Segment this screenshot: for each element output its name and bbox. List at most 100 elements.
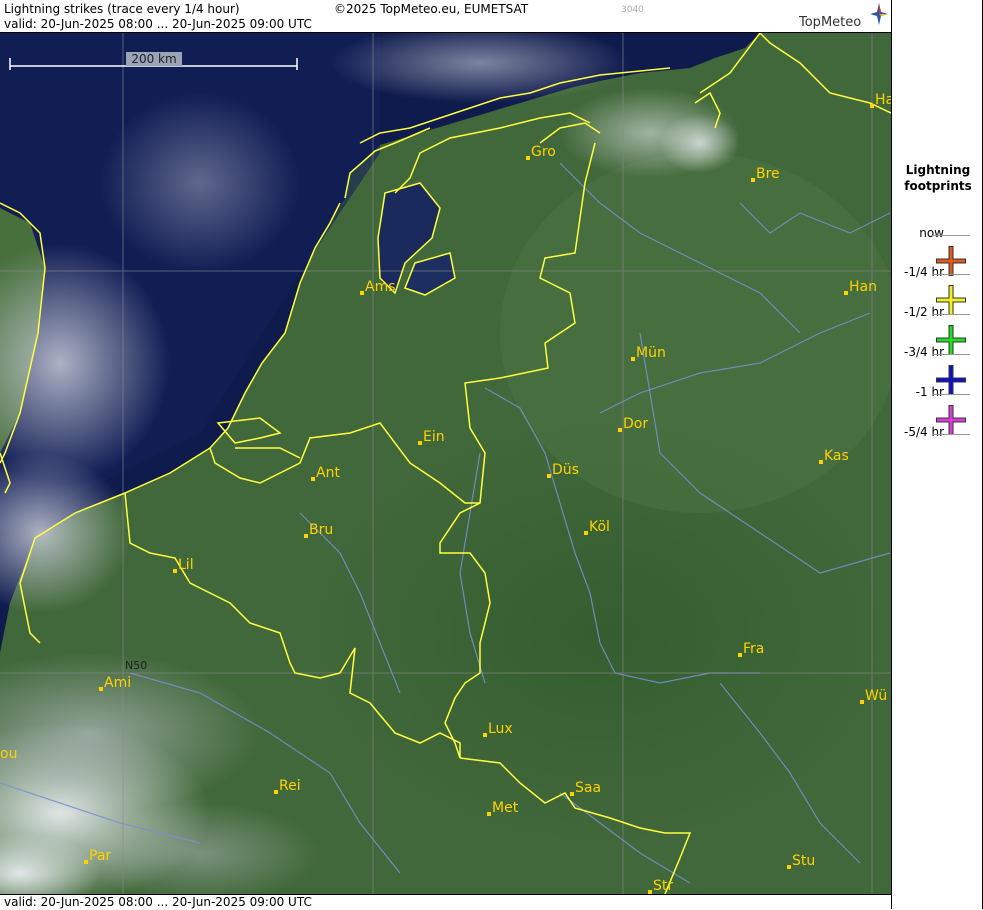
- city-label: Dor: [623, 416, 648, 432]
- city-dot: [173, 569, 177, 573]
- city-label: Stu: [792, 853, 815, 869]
- city-dot: [304, 534, 308, 538]
- legend-title: Lightning footprints: [892, 162, 983, 194]
- city-label: Düs: [552, 462, 579, 478]
- city-dor: Dor: [618, 416, 648, 432]
- city-dot: [618, 428, 622, 432]
- map-code: 3040: [621, 5, 644, 15]
- city-label: Bru: [309, 522, 333, 538]
- footer-valid-time: valid: 20-Jun-2025 08:00 ... 20-Jun-2025…: [4, 895, 312, 909]
- city-düs: Düs: [547, 462, 579, 478]
- city-dot: [418, 441, 422, 445]
- legend-label: -5/4 hr: [904, 425, 944, 439]
- city-label: Mün: [636, 345, 666, 361]
- city-bre: Bre: [751, 166, 780, 182]
- city-label: Ami: [104, 675, 131, 691]
- city-han: Han: [844, 279, 877, 295]
- city-dot: [631, 357, 635, 361]
- city-kas: Kas: [819, 448, 849, 464]
- city-dot: [274, 790, 278, 794]
- city-label: ou: [0, 746, 17, 762]
- city-wü: Wü: [860, 688, 887, 704]
- legend-divider: [932, 274, 970, 275]
- legend-divider: [932, 354, 970, 355]
- city-label: Wü: [865, 688, 887, 704]
- city-label: Rei: [279, 778, 301, 794]
- city-dot: [738, 653, 742, 657]
- city-dot: [311, 477, 315, 481]
- legend-title-line1: Lightning: [905, 163, 971, 177]
- city-label: Köl: [589, 519, 610, 535]
- city-label: Fra: [743, 641, 764, 657]
- city-label: Met: [492, 800, 519, 816]
- city-label: Str: [653, 878, 673, 894]
- legend-row: -1 hr: [892, 385, 983, 435]
- city-mün: Mün: [631, 345, 666, 361]
- legend-row: -3/4 hr: [892, 345, 983, 395]
- legend-panel: Lightning footprints now -1/4 hr -1/2 hr -3…: [891, 0, 983, 909]
- legend-divider: [932, 235, 970, 236]
- legend-divider: [932, 314, 970, 315]
- legend-label: -1 hr: [915, 385, 944, 399]
- valid-time: valid: 20-Jun-2025 08:00 ... 20-Jun-2025…: [4, 17, 312, 31]
- map-title: Lightning strikes (trace every 1/4 hour): [4, 2, 240, 16]
- city-dot: [570, 792, 574, 796]
- city-dot: [483, 733, 487, 737]
- city-saa: Saa: [570, 780, 601, 796]
- city-dot: [526, 156, 530, 160]
- legend-title-line2: footprints: [904, 179, 972, 193]
- legend-row: -1/4 hr: [892, 265, 983, 315]
- legend-divider: [932, 394, 970, 395]
- city-dot: [844, 291, 848, 295]
- topmeteo-logo: TopMeteo: [797, 2, 889, 30]
- city-dot: [787, 865, 791, 869]
- copyright: ©2025 TopMeteo.eu, EUMETSAT: [334, 2, 529, 16]
- map-footer: valid: 20-Jun-2025 08:00 ... 20-Jun-2025…: [0, 894, 891, 910]
- scale-label: 200 km: [131, 52, 176, 66]
- city-label: Ams: [365, 279, 396, 295]
- city-label: Par: [89, 848, 111, 864]
- legend-row: now: [892, 226, 983, 276]
- city-dot: [584, 531, 588, 535]
- legend-row: -5/4 hr: [892, 425, 983, 465]
- city-dot: [360, 291, 364, 295]
- city-ou: ou: [0, 746, 17, 762]
- logo-text: TopMeteo: [799, 15, 862, 30]
- legend-label: -1/4 hr: [904, 265, 944, 279]
- city-met: Met: [487, 800, 519, 816]
- legend-row: -1/2 hr: [892, 305, 983, 355]
- city-dot: [547, 474, 551, 478]
- city-label: Ant: [316, 465, 340, 481]
- city-bru: Bru: [304, 522, 333, 538]
- city-stu: Stu: [787, 853, 815, 869]
- city-dot: [487, 812, 491, 816]
- city-par: Par: [84, 848, 111, 864]
- city-label: Ha: [875, 92, 891, 108]
- city-ami: Ami: [99, 675, 131, 691]
- city-label: Lil: [178, 557, 194, 573]
- legend-label: now: [919, 226, 944, 240]
- city-label: Gro: [531, 144, 556, 160]
- city-ams: Ams: [360, 279, 396, 295]
- legend-label: -3/4 hr: [904, 345, 944, 359]
- city-label: Lux: [488, 721, 513, 737]
- lat-label: N50: [125, 659, 147, 672]
- city-label: Bre: [756, 166, 780, 182]
- city-dot: [860, 700, 864, 704]
- city-dot: [870, 104, 874, 108]
- city-lux: Lux: [483, 721, 513, 737]
- city-label: Kas: [824, 448, 849, 464]
- compass-icon: [870, 3, 888, 25]
- city-gro: Gro: [526, 144, 556, 160]
- city-ant: Ant: [311, 465, 340, 481]
- satellite-map[interactable]: 200 km N50 Gro Bre Ha Ams Han Mün Dor Ein Ant Düs…: [0, 33, 891, 894]
- legend-label: -1/2 hr: [904, 305, 944, 319]
- city-dot: [819, 460, 823, 464]
- city-label: Saa: [575, 780, 601, 796]
- city-dot: [99, 687, 103, 691]
- city-dot: [751, 178, 755, 182]
- map-header: Lightning strikes (trace every 1/4 hour)…: [0, 0, 891, 33]
- legend-divider: [932, 434, 970, 435]
- city-dot: [84, 860, 88, 864]
- city-label: Han: [849, 279, 877, 295]
